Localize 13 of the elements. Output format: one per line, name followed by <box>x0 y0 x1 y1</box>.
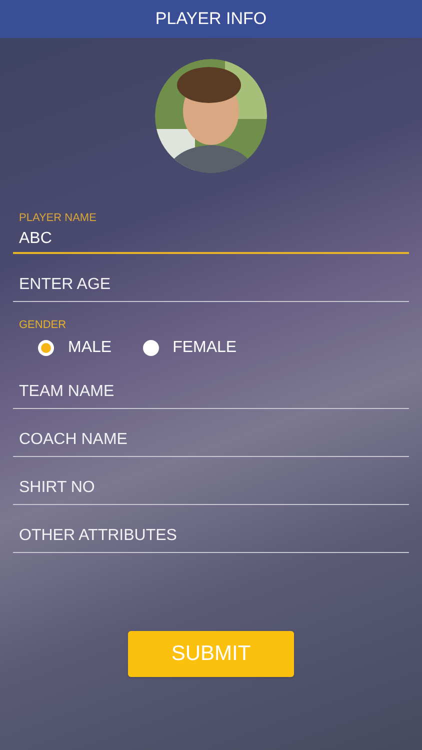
radio-button[interactable] <box>38 340 54 356</box>
field-label: PLAYER NAME <box>18 211 98 226</box>
field-label: GENDER <box>18 318 68 333</box>
radio-label[interactable]: MALE <box>68 336 112 360</box>
input-field[interactable]: SHIRT NO <box>13 471 409 505</box>
input-field[interactable]: TEAM NAME <box>13 375 409 409</box>
input-field[interactable]: ABC <box>13 226 409 254</box>
input-field[interactable]: COACH NAME <box>13 423 409 457</box>
radio-label[interactable]: FEMALE <box>172 336 237 360</box>
page-title: PLAYER INFO <box>155 8 267 30</box>
input-field[interactable]: OTHER ATTRIBUTES <box>13 519 409 553</box>
radio-button[interactable] <box>142 340 159 356</box>
input-field[interactable]: ENTER AGE <box>13 268 409 302</box>
